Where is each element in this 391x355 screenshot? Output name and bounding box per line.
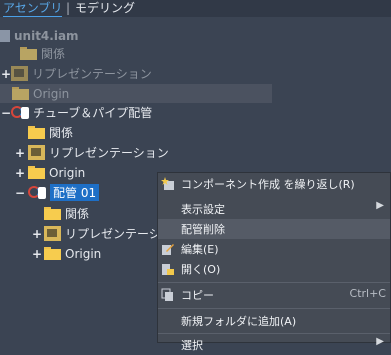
- menu-item-label: 新規フォルダに追加(A): [181, 315, 297, 328]
- tree-node-label: 関係: [41, 47, 66, 61]
- menu-item-label: 開く(O): [181, 263, 221, 276]
- folder-icon: [44, 247, 61, 260]
- tree-node-label: 関係: [65, 207, 90, 221]
- tree-node-label: Origin: [49, 165, 86, 180]
- menu-item-edit[interactable]: 編集(E): [158, 239, 390, 259]
- tree-node-relations[interactable]: 関係: [44, 204, 89, 223]
- folder-icon: [20, 47, 37, 60]
- open-icon: [161, 262, 175, 276]
- menu-item-repeat-create-component[interactable]: コンポーネント作成 を繰り返し(R): [158, 174, 390, 194]
- star-component-icon: [161, 177, 175, 191]
- tube-pipe-assembly-icon: [11, 105, 29, 121]
- folder-icon: [28, 166, 45, 179]
- menu-item-label: 表示設定: [181, 203, 225, 216]
- menu-item-open[interactable]: 開く(O): [158, 259, 390, 279]
- tree-node-root[interactable]: unit4.iam: [0, 26, 79, 45]
- submenu-arrow-icon: ▶: [376, 336, 384, 347]
- tree-node-label: チューブ＆パイプ配管: [33, 106, 153, 120]
- tree-node-route-run[interactable]: 配管 01: [28, 183, 100, 202]
- tree-node-representations[interactable]: リプレゼンテーション: [28, 143, 169, 162]
- tree-node-label: Origin: [33, 86, 70, 101]
- collapse-minus-icon[interactable]: −: [15, 187, 25, 199]
- pipe-run-icon: [28, 185, 46, 201]
- tree-node-label: unit4.iam: [14, 28, 79, 43]
- folder-icon: [12, 87, 29, 100]
- edit-icon: [161, 242, 175, 256]
- menu-item-label: 選択: [181, 339, 203, 352]
- menu-separator: [158, 282, 390, 283]
- tree-node-origin[interactable]: Origin: [28, 163, 85, 182]
- representations-icon: [28, 145, 45, 160]
- collapse-minus-icon[interactable]: −: [1, 107, 11, 119]
- tree-node-label: リプレゼンテーション: [32, 67, 152, 81]
- submenu-arrow-icon: ▶: [376, 200, 384, 211]
- menu-separator: [158, 333, 390, 334]
- tree-node-relations[interactable]: 関係: [28, 123, 73, 142]
- tab-modeling[interactable]: モデリング: [75, 0, 135, 16]
- tree-node-origin[interactable]: Origin: [0, 84, 272, 103]
- tree-node-label: リプレゼンテーション: [49, 146, 169, 160]
- menu-item-copy[interactable]: コピー Ctrl+C: [158, 285, 390, 305]
- tree-node-tube-pipe[interactable]: チューブ＆パイプ配管: [11, 103, 152, 122]
- representations-icon: [44, 226, 61, 241]
- folder-icon: [28, 126, 45, 139]
- expand-plus-icon[interactable]: +: [32, 248, 42, 260]
- tree-node-relations[interactable]: 関係: [20, 44, 65, 63]
- menu-item-select[interactable]: 選択 ▶: [158, 335, 390, 355]
- menu-item-add-to-new-folder[interactable]: 新規フォルダに追加(A): [158, 311, 390, 331]
- menu-item-label: 配管削除: [181, 223, 225, 236]
- expand-plus-icon[interactable]: +: [32, 228, 42, 240]
- menu-item-display-settings[interactable]: 表示設定 ▶: [158, 199, 390, 219]
- menu-separator: [158, 308, 390, 309]
- expand-plus-icon[interactable]: +: [1, 68, 11, 80]
- menu-item-delete-route[interactable]: 配管削除: [158, 219, 390, 239]
- menu-item-label: コピー: [181, 289, 214, 302]
- representations-icon: [11, 66, 28, 81]
- tree-node-label-selected: 配管 01: [50, 184, 100, 201]
- copy-icon: [161, 288, 175, 302]
- browser-tabs: アセンブリ | モデリング: [0, 0, 391, 18]
- tab-assembly[interactable]: アセンブリ: [3, 0, 63, 18]
- tab-separator: |: [66, 1, 71, 15]
- menu-item-shortcut: Ctrl+C: [349, 287, 386, 300]
- menu-item-label: コンポーネント作成 を繰り返し(R): [181, 178, 355, 191]
- menu-item-label: 編集(E): [181, 243, 219, 256]
- expand-plus-icon[interactable]: +: [15, 167, 25, 179]
- tree-node-representations[interactable]: リプレゼンテーション: [11, 64, 152, 83]
- expand-plus-icon[interactable]: +: [15, 147, 25, 159]
- assembly-icon: [0, 29, 10, 42]
- context-menu: コンポーネント作成 を繰り返し(R) 表示設定 ▶ 配管削除 編集(E) 開く(…: [157, 172, 391, 352]
- folder-icon: [44, 207, 61, 220]
- tree-node-label: Origin: [65, 246, 102, 261]
- tree-node-origin[interactable]: Origin: [44, 244, 101, 263]
- tree-node-label: 関係: [49, 126, 74, 140]
